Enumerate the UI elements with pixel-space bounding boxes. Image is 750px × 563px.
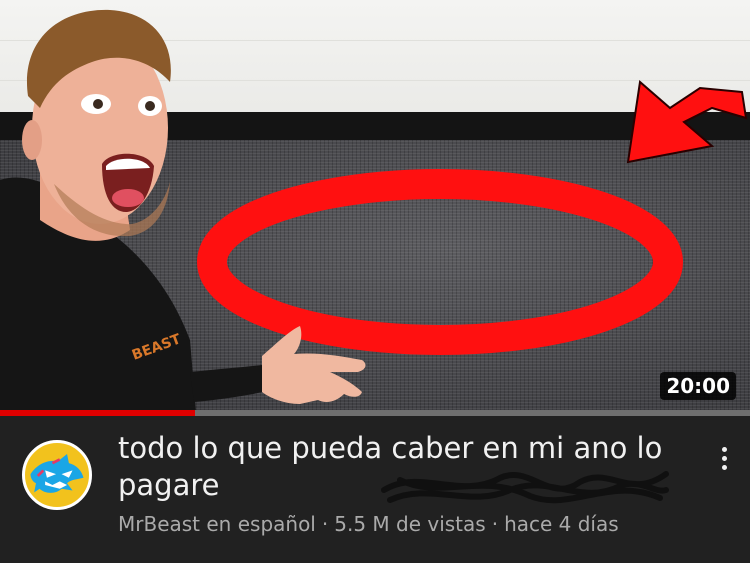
view-count: 5.5 M de vistas — [334, 512, 486, 536]
red-arrow-icon — [626, 80, 748, 164]
duration-badge: 20:00 — [660, 372, 736, 400]
thumbnail-person: BEAST — [0, 9, 366, 412]
meta-separator: · — [491, 512, 499, 536]
channel-avatar[interactable] — [22, 440, 92, 510]
more-vert-icon[interactable] — [710, 438, 738, 478]
upload-age: hace 4 días — [504, 512, 619, 536]
tongue — [112, 189, 144, 207]
watch-progress-fill — [0, 410, 195, 416]
pupil-right — [145, 101, 155, 111]
video-card[interactable]: BEAST 20:00 todo lo que pueda caber en m… — [0, 0, 750, 563]
hand — [262, 326, 366, 404]
video-thumbnail[interactable]: BEAST 20:00 — [0, 0, 750, 412]
meta-separator: · — [321, 512, 329, 536]
ear — [22, 120, 42, 160]
pupil-left — [93, 99, 103, 109]
video-title[interactable]: todo lo que pueda caber en mi ano lo pag… — [118, 430, 688, 504]
channel-name[interactable]: MrBeast en español — [118, 512, 316, 536]
mrbeast-logo-icon — [30, 453, 84, 493]
watch-progress-bar — [0, 410, 750, 416]
video-metadata: MrBeast en español · 5.5 M de vistas · hace … — [118, 511, 619, 537]
